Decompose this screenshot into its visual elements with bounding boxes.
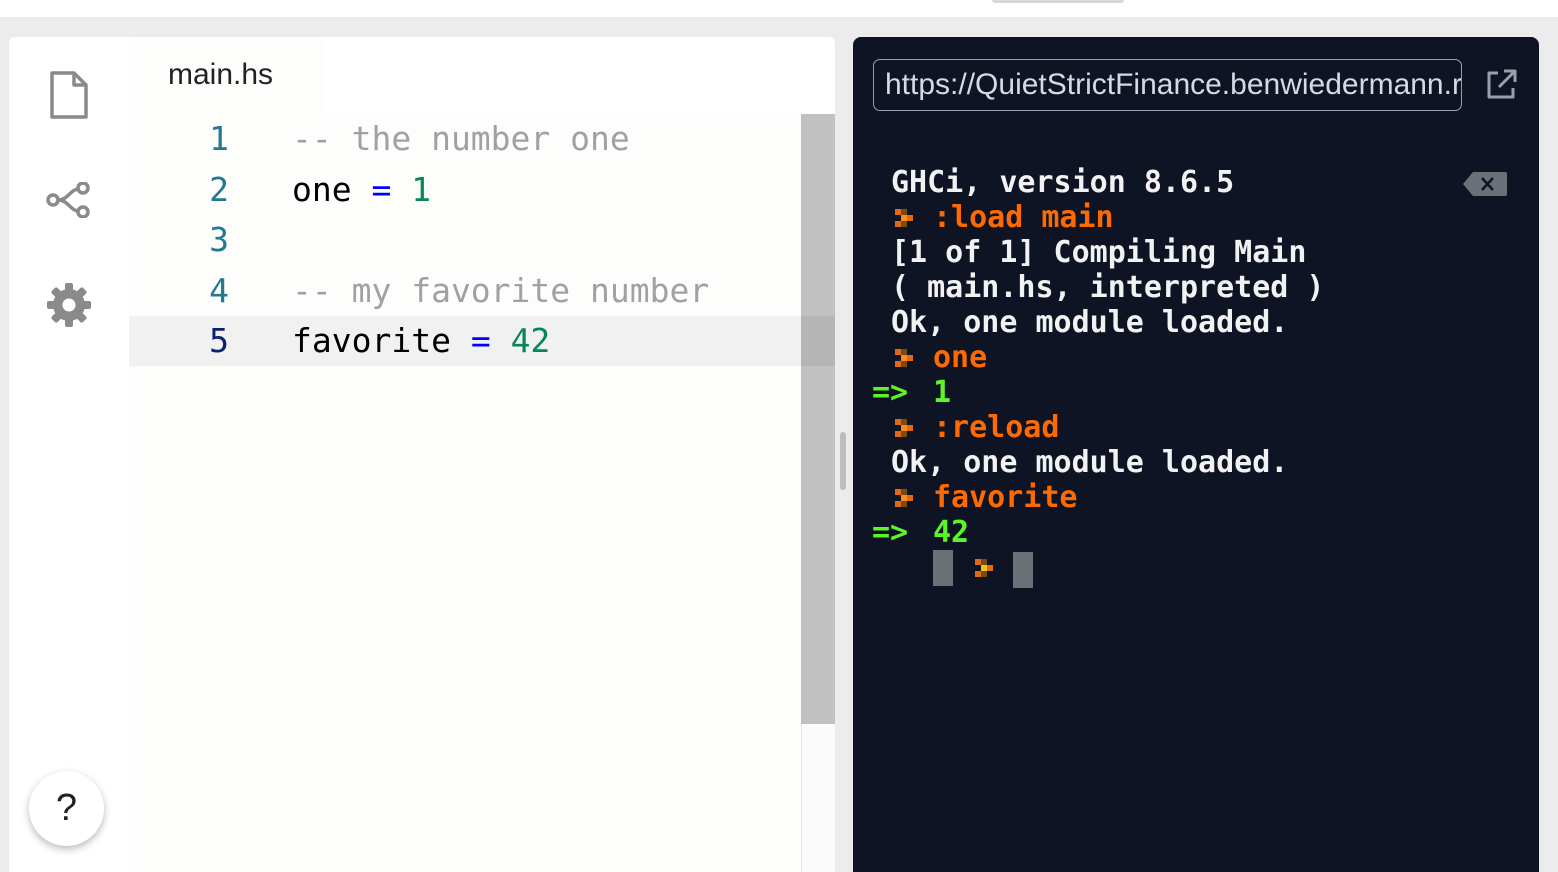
prompt-icon <box>895 349 913 367</box>
scrollbar-thumb[interactable] <box>801 114 835 724</box>
console-text: ( main.hs, interpreted ) <box>891 270 1325 305</box>
prompt-icon <box>895 419 913 437</box>
line-number: 2 <box>209 169 229 209</box>
open-external-icon[interactable] <box>1483 67 1519 103</box>
console-text: Ok, one module loaded. <box>891 445 1289 480</box>
tab-label: main.hs <box>168 58 274 91</box>
console-text: 1 <box>933 375 952 410</box>
code-token: = <box>470 321 491 360</box>
prompt-icon <box>895 209 913 227</box>
console-text: Ok, one module loaded. <box>891 305 1289 340</box>
browser-top-bar <box>0 0 1558 17</box>
console-text: GHCi, version 8.6.5 <box>891 165 1235 200</box>
code-line[interactable]: 3 <box>129 215 801 265</box>
console-line-input: :reload <box>853 410 1539 445</box>
code-text: favorite = 42 <box>292 316 550 366</box>
console-line-output: GHCi, version 8.6.5 <box>853 165 1539 200</box>
code-token: favorite <box>292 321 471 360</box>
console-line-input: one <box>853 340 1539 375</box>
result-arrow: => <box>872 515 909 550</box>
console-cursor[interactable] <box>1013 552 1033 588</box>
code-token: one <box>292 169 372 209</box>
console-text: 42 <box>933 515 970 550</box>
console-line-cursor[interactable] <box>933 550 1033 588</box>
prompt-icon <box>895 489 913 507</box>
console-text: [1 of 1] Compiling Main <box>891 235 1307 270</box>
share-icon[interactable] <box>40 171 98 229</box>
code-line[interactable]: 5 favorite = 42 <box>129 316 801 366</box>
console-line-result: => 42 <box>853 515 1539 550</box>
console-line-input: :load main <box>853 200 1539 235</box>
help-label: ? <box>55 787 78 829</box>
pane-splitter[interactable] <box>840 432 846 490</box>
code-text: -- the number one <box>292 114 630 164</box>
code-token: 42 <box>510 321 551 360</box>
code-token: -- my favorite number <box>292 270 710 310</box>
console-line-result: => 1 <box>853 375 1539 410</box>
console-line-input: favorite <box>853 480 1539 515</box>
repl-url-field[interactable]: https://QuietStrictFinance.benwiedermann… <box>873 59 1462 111</box>
console-text: one <box>933 340 988 375</box>
code-token: 1 <box>411 169 432 209</box>
line-number: 5 <box>209 321 229 360</box>
line-number: 3 <box>209 220 229 259</box>
browser-tab-edge <box>992 0 1124 3</box>
file-icon[interactable] <box>40 66 98 124</box>
console-line-output: Ok, one module loaded. <box>853 305 1539 340</box>
line-number: 4 <box>209 270 229 310</box>
console-line-output: [1 of 1] Compiling Main <box>853 235 1539 270</box>
console-text: :reload <box>933 410 1060 445</box>
code-line[interactable]: 2 one = 1 <box>129 165 801 215</box>
scrollbar-active-marker <box>801 316 835 366</box>
code-line[interactable]: 1 -- the number one <box>129 114 801 164</box>
code-token: = <box>371 169 392 209</box>
code-token: -- the number one <box>292 119 630 158</box>
code-line[interactable]: 4 -- my favorite number <box>129 266 801 316</box>
code-text: one = 1 <box>292 165 431 215</box>
console-text: favorite <box>933 480 1078 515</box>
prompt-icon <box>975 559 993 577</box>
result-arrow: => <box>872 375 909 410</box>
gear-icon[interactable] <box>40 276 98 334</box>
console-panel[interactable]: https://QuietStrictFinance.benwiedermann… <box>853 37 1539 872</box>
help-button[interactable]: ? <box>29 771 104 846</box>
console-line-output: ( main.hs, interpreted ) <box>853 270 1539 305</box>
sidebar <box>9 37 129 872</box>
code-text: -- my favorite number <box>292 266 709 316</box>
console-text: :load main <box>933 200 1114 235</box>
line-number: 1 <box>209 119 229 158</box>
console-line-output: Ok, one module loaded. <box>853 445 1539 480</box>
